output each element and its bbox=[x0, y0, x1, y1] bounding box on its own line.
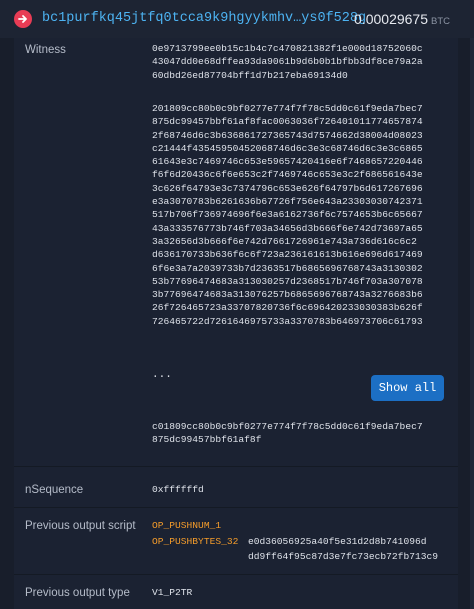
op-pushbytes-32: OP_PUSHBYTES_32 bbox=[152, 536, 239, 547]
nsequence-label: nSequence bbox=[25, 484, 84, 496]
witness-item-3: c01809cc80b0c9bf0277e774f7f78c5dd0c61f9e… bbox=[152, 421, 423, 446]
op-pushnum-1: OP_PUSHNUM_1 bbox=[152, 520, 222, 531]
prev-script-label: Previous output script bbox=[25, 520, 136, 532]
amount-unit: BTC bbox=[431, 16, 450, 27]
prev-type-value: V1_P2TR bbox=[152, 587, 193, 598]
witness-label: Witness bbox=[25, 44, 66, 56]
script-data: e0d36056925a40f5e31d2d8b741096d dd9ff64f… bbox=[248, 536, 438, 562]
witness-item-2: 201809cc80b0c9bf0277e774f7f78c5dd0c61f9e… bbox=[152, 103, 423, 327]
nsequence-value: 0xffffffd bbox=[152, 484, 204, 495]
arrow-right-icon bbox=[14, 10, 32, 28]
address-link[interactable]: bc1purfkq45jtfq0tcca9k9hgyykmhv…ys0f528g bbox=[42, 11, 366, 26]
show-all-button[interactable]: Show all bbox=[371, 375, 444, 401]
scrollbar[interactable] bbox=[470, 38, 474, 609]
transaction-header: bc1purfkq45jtfq0tcca9k9hgyykmhv…ys0f528g… bbox=[0, 0, 474, 38]
witness-ellipsis: ... bbox=[152, 369, 172, 381]
amount: 0.00029675 BTC bbox=[354, 11, 450, 27]
witness-item-1: 0e9713799ee0b15c1b4c7c470821382f1e000d18… bbox=[152, 43, 423, 81]
amount-value: 0.00029675 bbox=[354, 11, 428, 27]
prev-type-label: Previous output type bbox=[25, 587, 130, 599]
